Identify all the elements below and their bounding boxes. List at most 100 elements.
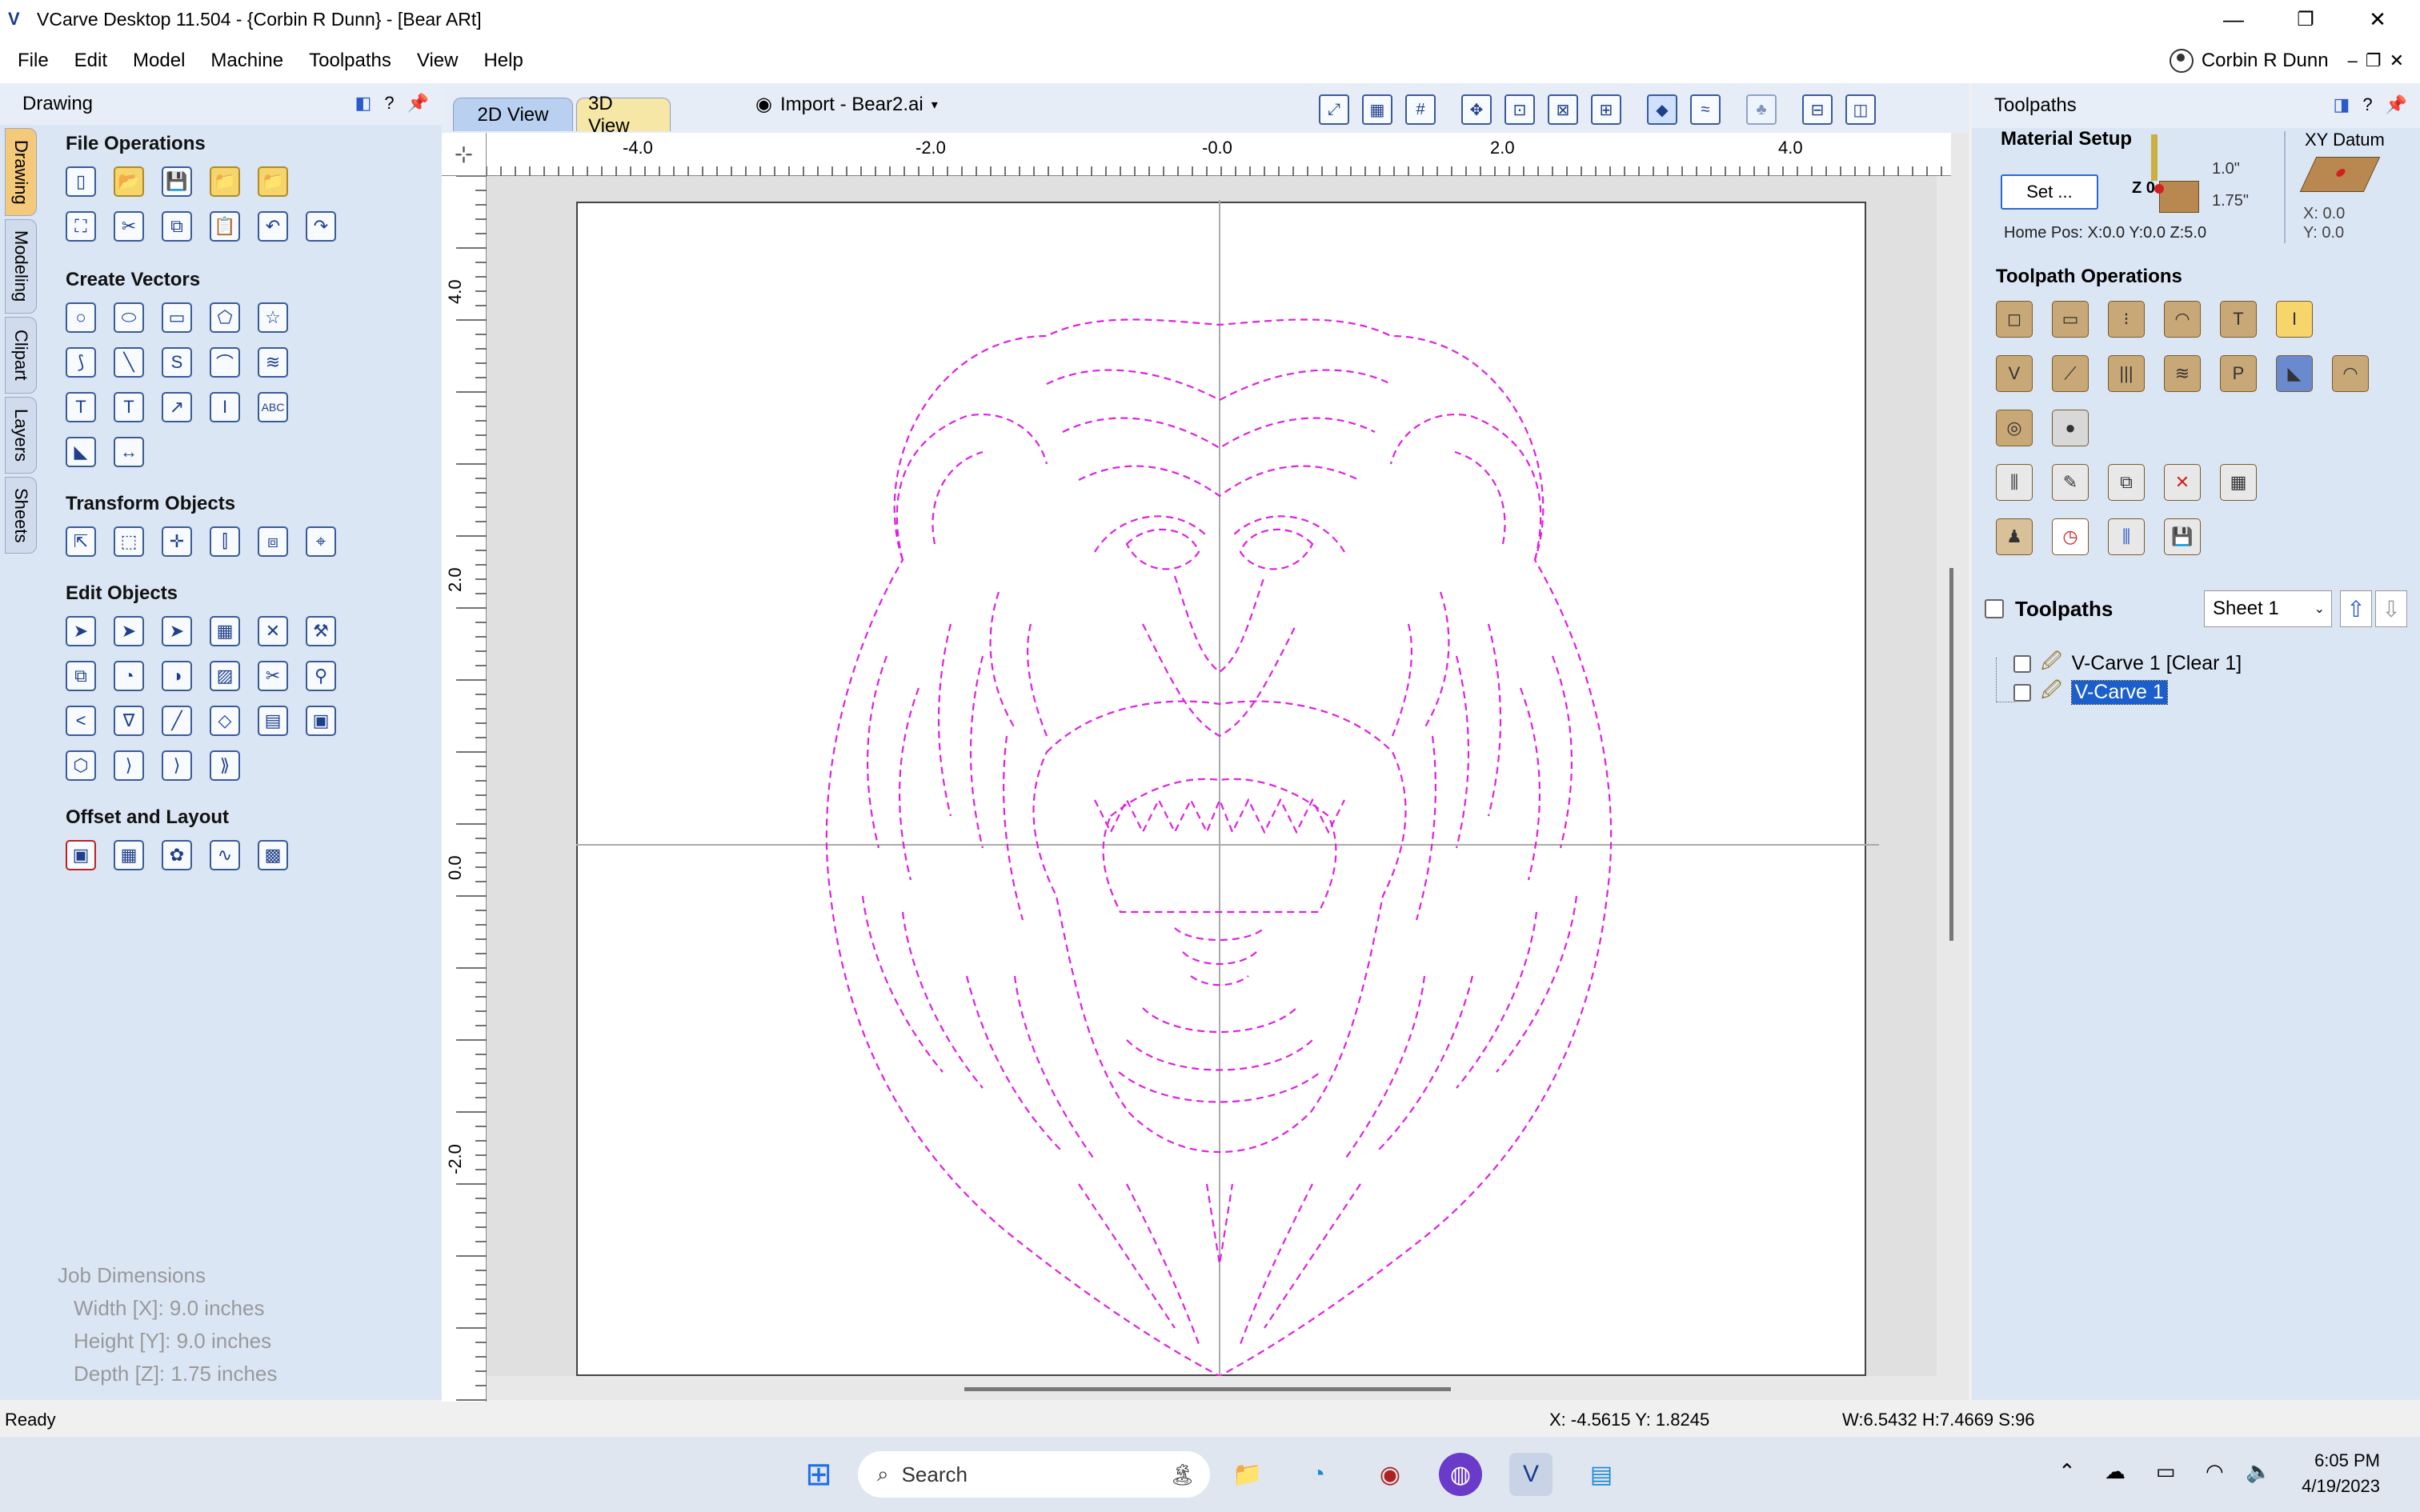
app-icon-red[interactable]: ◉ — [1368, 1453, 1412, 1496]
auto-layout-text-icon[interactable]: T — [114, 392, 144, 422]
delete-duplicates-icon[interactable]: ✕ — [258, 616, 288, 646]
subtract-icon[interactable]: ◔ — [114, 661, 144, 691]
zoom-extents-icon[interactable]: ⊞ — [1591, 94, 1621, 125]
curve-fit-icon[interactable]: ⬡ — [66, 750, 96, 781]
fillet-icon[interactable]: ◣ — [66, 437, 96, 467]
wifi-icon[interactable]: ◠ — [2206, 1459, 2224, 1484]
text-icon[interactable]: T — [66, 392, 96, 422]
vertical-scrollbar[interactable] — [1949, 568, 1953, 941]
text-on-curve-icon[interactable]: ↗ — [162, 392, 192, 422]
weld-icon[interactable]: ⧉ — [66, 661, 96, 691]
notepad-icon[interactable]: ▤ — [1580, 1453, 1623, 1496]
tree-icon[interactable]: ♣ — [1746, 94, 1777, 125]
toolpath-item[interactable]: 🖉 V-Carve 1 — [2013, 675, 2168, 710]
sheet-select[interactable]: Sheet 1 ⌄ — [2204, 590, 2332, 627]
move-down-button[interactable]: ⇩ — [2375, 590, 2407, 627]
vcarve-text-icon[interactable]: T — [2220, 301, 2257, 338]
chamfer-icon[interactable]: ⟫ — [210, 750, 240, 781]
copy-icon[interactable]: ⧉ — [162, 211, 192, 242]
horizontal-scrollbar[interactable] — [964, 1387, 1451, 1391]
intersect-icon[interactable]: ◑ — [162, 661, 192, 691]
curve-icon[interactable]: S — [162, 347, 192, 378]
time-estimate-icon[interactable]: ◷ — [2052, 518, 2089, 555]
close-vector-icon[interactable]: < — [66, 706, 96, 736]
selection-tools-icon[interactable]: ▦ — [210, 616, 240, 646]
material-set-button[interactable]: Set ... — [2001, 174, 2098, 210]
tab-clipart[interactable]: Clipart — [5, 317, 37, 394]
split-vertical-icon[interactable]: ◫ — [1845, 94, 1876, 125]
help-icon[interactable]: ? — [2362, 94, 2372, 115]
start-icon[interactable]: ⊞ — [797, 1453, 840, 1496]
delete-toolpath-icon[interactable]: ✕ — [2164, 464, 2201, 501]
polyline-icon[interactable]: ⟆ — [66, 347, 96, 378]
toolpath-checkbox[interactable] — [2013, 683, 2031, 702]
open-file-icon[interactable]: 📂 — [114, 166, 144, 197]
interactive-transform-icon[interactable]: ➤ — [162, 616, 192, 646]
align-icon[interactable]: ✛ — [162, 526, 192, 557]
tab-2d-view[interactable]: 2D View — [453, 98, 573, 131]
arc-icon[interactable]: ⌒ — [210, 347, 240, 378]
tab-drawing[interactable]: Drawing — [5, 128, 37, 216]
paste-icon[interactable]: 📋 — [210, 211, 240, 242]
ruler-origin-icon[interactable]: ⊹ — [442, 133, 487, 176]
pocket-toolpath-icon[interactable]: ▭ — [2052, 301, 2089, 338]
measure-icon[interactable]: ⚒ — [306, 616, 336, 646]
maximize-button[interactable]: ❐ — [2270, 0, 2342, 38]
fluting-toolpath-icon[interactable]: ||| — [2108, 355, 2145, 392]
distort-icon[interactable]: ⧈ — [258, 526, 288, 557]
undo-icon[interactable]: ↶ — [258, 211, 288, 242]
github-icon[interactable]: ◍ — [1439, 1453, 1482, 1496]
move-icon[interactable]: ⇱ — [66, 526, 96, 557]
zoom-fit-icon[interactable]: ⊠ — [1548, 94, 1578, 125]
edit-toolpath-icon[interactable]: ✎ — [2052, 464, 2089, 501]
center-icon[interactable]: ⌖ — [306, 526, 336, 557]
scissors-icon[interactable]: ✂ — [258, 661, 288, 691]
new-file-icon[interactable]: ▯ — [66, 166, 96, 197]
file-explorer-icon[interactable]: 📁 — [1226, 1453, 1269, 1496]
pan-icon[interactable]: ✥ — [1461, 94, 1492, 125]
3d-sphere-icon[interactable]: ● — [2052, 410, 2089, 446]
import-dropdown[interactable]: ◉ Import - Bear2.ai ▾ — [755, 93, 938, 116]
tab-sheets[interactable]: Sheets — [5, 477, 37, 554]
copy-along-vector-icon[interactable]: ∿ — [210, 840, 240, 870]
profile-toolpath-icon[interactable]: ◻ — [1996, 301, 2033, 338]
dimension-icon[interactable]: ↔ — [114, 437, 144, 467]
ellipse-icon[interactable]: ⬭ — [114, 302, 144, 333]
tab-layers[interactable]: Layers — [5, 397, 37, 474]
zoom-box-icon[interactable]: ⊡ — [1504, 94, 1535, 125]
redo-icon[interactable]: ↷ — [306, 211, 336, 242]
job-size-icon[interactable]: ⛶ — [66, 211, 96, 242]
text-abc-icon[interactable]: ABC — [258, 392, 288, 422]
close-button[interactable]: ✕ — [2342, 0, 2414, 38]
3d-profile-icon[interactable]: ◎ — [1996, 410, 2033, 446]
circular-array-icon[interactable]: ✿ — [162, 840, 192, 870]
rectangle-icon[interactable]: ▭ — [162, 302, 192, 333]
mdi-close-icon[interactable]: ✕ — [2390, 50, 2404, 71]
array-copy-icon[interactable]: ▦ — [114, 840, 144, 870]
offset-icon[interactable]: ▣ — [66, 840, 96, 870]
toolpaths-visibility-checkbox[interactable] — [1985, 599, 2004, 618]
menu-help[interactable]: Help — [471, 50, 535, 72]
grid-snap-icon[interactable]: ▦ — [1362, 94, 1392, 125]
bitmap-trace-icon[interactable]: ▤ — [258, 706, 288, 736]
bend-text-icon[interactable]: I — [210, 392, 240, 422]
cut-icon[interactable]: ✂ — [114, 211, 144, 242]
snap-icon[interactable]: ⤢ — [1319, 94, 1349, 125]
tray-overflow-icon[interactable]: ⌃ — [2058, 1459, 2076, 1484]
calculator-icon[interactable]: ▦ — [2220, 464, 2257, 501]
fillet-edit-icon[interactable]: ⟩ — [162, 750, 192, 781]
user-account[interactable]: Corbin R Dunn – ❐ ✕ — [2169, 38, 2404, 83]
split-horizontal-icon[interactable]: ⊟ — [1802, 94, 1833, 125]
select-icon[interactable]: ➤ — [66, 616, 96, 646]
minimize-button[interactable]: — — [2198, 0, 2270, 38]
smooth-icon[interactable]: ◇ — [210, 706, 240, 736]
node-edit-icon[interactable]: ➤ — [114, 616, 144, 646]
menu-machine[interactable]: Machine — [198, 50, 296, 72]
prism-toolpath-icon[interactable]: ⟋ — [2052, 355, 2089, 392]
rough-toolpath-icon[interactable]: ◣ — [2276, 355, 2313, 392]
image-icon[interactable]: ▣ — [306, 706, 336, 736]
tool-database-icon[interactable]: ⫼ — [1996, 464, 2033, 501]
finish-toolpath-icon[interactable]: ◠ — [2332, 355, 2369, 392]
mdi-restore-icon[interactable]: ❐ — [2366, 50, 2382, 71]
help-icon[interactable]: ? — [384, 93, 394, 114]
